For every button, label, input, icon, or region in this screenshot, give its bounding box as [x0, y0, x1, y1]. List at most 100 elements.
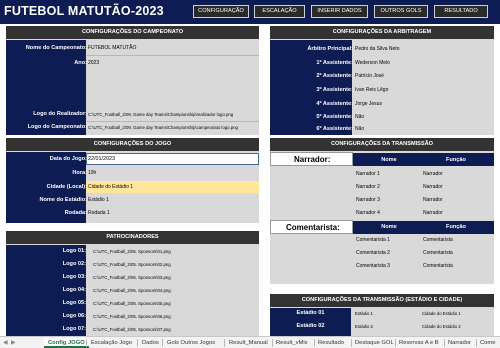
transmissao-panel-title: CONFIGURAÇÕES DA TRANSMISSÃO	[270, 138, 494, 151]
campeonato-label-column	[6, 40, 86, 135]
arbitro-principal-label: Árbitro Principal:	[307, 46, 353, 52]
patrocinadores-panel-title: PATROCINADORES	[6, 231, 259, 244]
assistente-2-value[interactable]: Patrício José	[355, 73, 384, 79]
escalacao-button[interactable]: ESCALAÇÃO	[254, 5, 305, 18]
logo-02-value[interactable]: C:\UTC_Football_2\05. Sponsors\02.png	[93, 262, 171, 267]
cidade-value[interactable]: Cidade do Estádio 1	[88, 184, 133, 190]
tab-separator	[137, 339, 138, 347]
comentarista-1-nome[interactable]: Comentarista 1	[356, 237, 390, 243]
arbitragem-panel: CONFIGURAÇÕES DA ARBITRAGEM Árbitro Prin…	[270, 26, 494, 135]
assistente-5-value[interactable]: Não	[355, 114, 364, 120]
logo-02-label: Logo 02:	[62, 261, 86, 267]
logo-realizador-value[interactable]: C:\UTC_Football_2\09. Game day Teams\Cha…	[88, 112, 233, 117]
transmissao-panel: CONFIGURAÇÕES DA TRANSMISSÃO Narrador: N…	[270, 138, 494, 284]
logo-campeonato-value[interactable]: C:\UTC_Football_2\09. Game day Teams\Cha…	[88, 125, 238, 130]
tab-comentarista[interactable]: Come	[480, 338, 495, 348]
assistente-6-label: 6º Assistente:	[316, 126, 353, 132]
estadio-01-label: Estádio 01	[296, 310, 325, 316]
estadio-cidade-panel: CONFIGURAÇÕES DA TRANSMISSÃO (ESTÁDIO E …	[270, 294, 494, 336]
patrocinadores-panel: PATROCINADORES Logo 01: C:\UTC_Football_…	[6, 231, 259, 336]
estadio-02-cidade[interactable]: Cidade do Estádio 2	[422, 324, 461, 329]
logo-06-value[interactable]: C:\UTC_Football_2\05. Sponsors\06.png	[93, 314, 171, 319]
estadio-02-estadio[interactable]: Estádio 2	[355, 324, 373, 329]
arbitragem-panel-title: CONFIGURAÇÕES DA ARBITRAGEM	[270, 26, 494, 39]
logo-03-label: Logo 03:	[62, 274, 86, 280]
configuracao-button[interactable]: CONFIGURAÇÃO	[193, 5, 249, 18]
logo-realizador-label: Logo do Realizador:	[33, 111, 87, 117]
nome-estadio-label: Nome do Estádio:	[39, 197, 87, 203]
divider	[87, 55, 259, 56]
comentarista-2-funcao[interactable]: Comentarista	[423, 250, 453, 256]
arbitro-principal-value[interactable]: Pedro da Silva Neto	[355, 46, 399, 52]
jogo-panel: CONFIGURAÇÕES DO JOGO Data do Jogo: 22/0…	[6, 138, 259, 223]
hora-label: Hora:	[72, 170, 87, 176]
estadio-02-label: Estádio 02	[296, 323, 325, 329]
narrador-label: Narrador:	[294, 155, 331, 164]
tab-separator	[351, 339, 352, 347]
assistente-1-label: 1º Assistente:	[316, 60, 353, 66]
data-jogo-value[interactable]: 22/01/2023	[88, 156, 115, 162]
tab-reservas-a-e-b[interactable]: Reservas A e B	[399, 338, 439, 348]
logo-04-value[interactable]: C:\UTC_Football_2\05. Sponsors\04.png	[93, 288, 171, 293]
nome-campeonato-value[interactable]: FUTEBOL MATUTÃO	[88, 45, 136, 51]
tab-separator	[444, 339, 445, 347]
campeonato-panel: CONFIGURAÇÕES DO CAMPEONATO Nome do Camp…	[6, 26, 259, 135]
logo-07-value[interactable]: C:\UTC_Football_2\05. Sponsors\07.png	[93, 327, 171, 332]
narrador-1-nome[interactable]: Narrador 1	[356, 171, 380, 177]
assistente-3-value[interactable]: Ivan Reis Lêgo	[355, 87, 388, 93]
comentarista-col-nome: Nome	[381, 224, 397, 230]
cidade-label: Cidade (Local):	[46, 184, 87, 190]
sheet-tab-bar: ◀ ▶ Config JOGO Escalação Jogo Dados Gol…	[0, 336, 500, 348]
inserir-dados-button[interactable]: INSERIR DADOS	[311, 5, 368, 18]
narrador-3-funcao[interactable]: Narrador	[423, 197, 443, 203]
tab-destaque-gol[interactable]: Destaque GOL	[355, 338, 394, 348]
tab-config-jogo[interactable]: Config JOGO	[44, 338, 89, 348]
rodada-value[interactable]: Rodada 1	[88, 210, 110, 216]
jogo-panel-title: CONFIGURAÇÕES DO JOGO	[6, 138, 259, 151]
comentarista-3-nome[interactable]: Comentarista 3	[356, 263, 390, 269]
tab-result-manual[interactable]: Result_Manual	[229, 338, 268, 348]
logo-06-label: Logo 06:	[62, 313, 86, 319]
tab-result-vmix[interactable]: Result_vMix	[276, 338, 308, 348]
assistente-4-label: 4º Assistente:	[316, 101, 353, 107]
divider	[87, 121, 259, 122]
logo-05-value[interactable]: C:\UTC_Football_2\05. Sponsors\05.png	[93, 301, 171, 306]
estadio-01-cidade[interactable]: Cidade do Estádio 1	[422, 311, 461, 316]
header-bar: FUTEBOL MATUTÃO-2023 CONFIGURAÇÃO ESCALA…	[0, 0, 500, 24]
comentarista-3-funcao[interactable]: Comentarista	[423, 263, 453, 269]
outros-gols-button[interactable]: OUTROS GOLS	[374, 5, 428, 18]
tab-scroll-left-icon[interactable]: ◀	[3, 338, 8, 348]
tab-gols-outros-jogos[interactable]: Gols Outros Jogos	[167, 338, 215, 348]
comentarista-label: Comentarista:	[286, 223, 340, 232]
assistente-6-value[interactable]: Não	[355, 126, 364, 132]
assistente-4-value[interactable]: Jorge Jesus	[355, 101, 382, 107]
narrador-col-funcao: Função	[446, 157, 466, 163]
narrador-1-funcao[interactable]: Narrador	[423, 171, 443, 177]
hora-value[interactable]: 19h	[88, 170, 96, 176]
estadio-01-estadio[interactable]: Estádio 1	[355, 311, 373, 316]
logo-01-value[interactable]: C:\UTC_Football_2\05. Sponsors\01.png	[93, 249, 171, 254]
narrador-4-funcao[interactable]: Narrador	[423, 210, 443, 216]
resultado-button[interactable]: RESULTADO	[434, 5, 488, 18]
assistente-1-value[interactable]: Wederson Melo	[355, 60, 390, 66]
narrador-2-funcao[interactable]: Narrador	[423, 184, 443, 190]
ano-value[interactable]: 2023	[88, 60, 99, 66]
logo-campeonato-label: Logo do Campeonato:	[27, 124, 87, 130]
campeonato-panel-title: CONFIGURAÇÕES DO CAMPEONATO	[6, 26, 259, 39]
tab-narrador[interactable]: Narrador	[448, 338, 471, 348]
tab-resultado[interactable]: Resultado	[318, 338, 344, 348]
tab-scroll-right-icon[interactable]: ▶	[11, 338, 16, 348]
tab-separator	[314, 339, 315, 347]
ano-label: Ano:	[74, 60, 87, 66]
tab-escalacao-jogo[interactable]: Escalação Jogo	[91, 338, 132, 348]
narrador-4-nome[interactable]: Narrador 4	[356, 210, 380, 216]
comentarista-1-funcao[interactable]: Comentarista	[423, 237, 453, 243]
tab-dados[interactable]: Dados	[142, 338, 159, 348]
logo-03-value[interactable]: C:\UTC_Football_2\05. Sponsors\03.png	[93, 275, 171, 280]
logo-05-label: Logo 05:	[62, 300, 86, 306]
narrador-2-nome[interactable]: Narrador 2	[356, 184, 380, 190]
nome-estadio-value[interactable]: Estádio 1	[88, 197, 109, 203]
comentarista-2-nome[interactable]: Comentarista 2	[356, 250, 390, 256]
tab-separator	[395, 339, 396, 347]
narrador-3-nome[interactable]: Narrador 3	[356, 197, 380, 203]
